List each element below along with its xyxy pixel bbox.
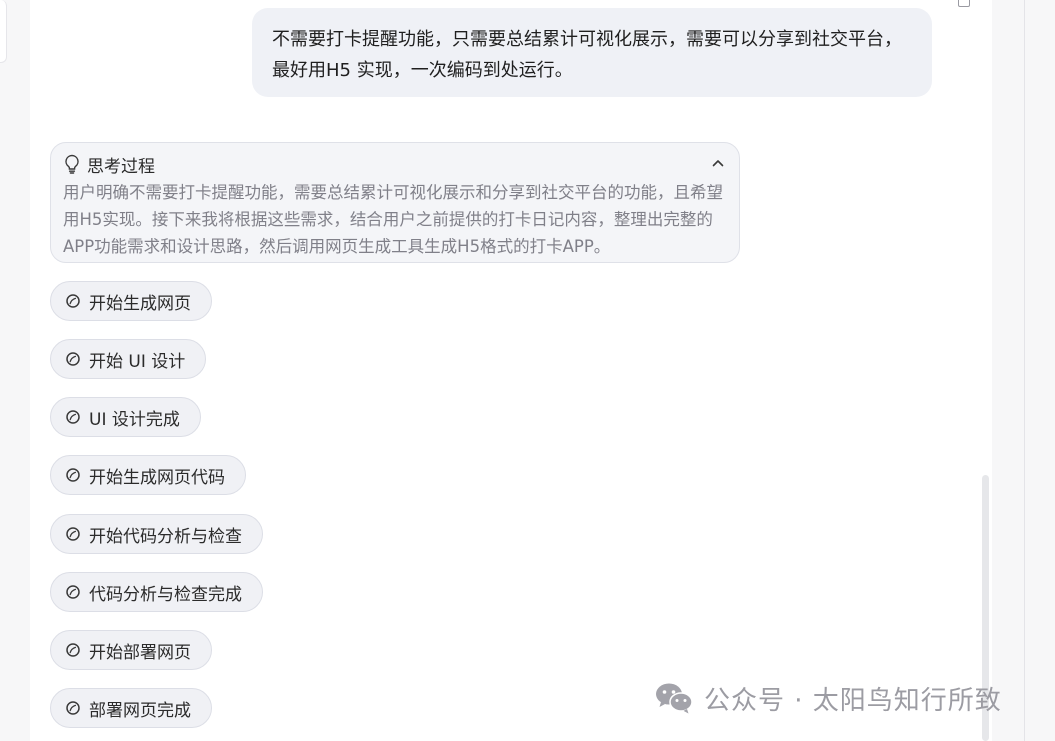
step-chip[interactable]: 部署网页完成 <box>50 688 212 728</box>
loop-icon <box>65 467 81 483</box>
step-label: 部署网页完成 <box>89 700 191 721</box>
loop-icon <box>65 526 81 542</box>
loop-icon <box>65 409 81 425</box>
watermark: 公众号 · 太阳鸟知行所致 <box>654 676 1002 720</box>
chevron-up-icon[interactable] <box>711 155 725 169</box>
step-label: 开始生成网页 <box>89 293 191 314</box>
loop-icon <box>65 351 81 367</box>
lightbulb-icon <box>63 154 81 174</box>
thinking-title: 思考过程 <box>87 156 155 177</box>
step-chip[interactable]: 开始 UI 设计 <box>50 339 207 379</box>
step-label: UI 设计完成 <box>89 409 180 430</box>
thinking-header[interactable]: 思考过程 <box>63 152 725 177</box>
step-chip[interactable]: 开始代码分析与检查 <box>50 514 263 554</box>
step-label: 开始 UI 设计 <box>89 351 186 372</box>
thinking-body: 用户明确不需要打卡提醒功能，需要总结累计可视化展示和分享到社交平台的功能，且希望… <box>63 183 723 256</box>
loop-icon <box>65 642 81 658</box>
step-label: 代码分析与检查完成 <box>89 584 242 605</box>
step-chip[interactable]: UI 设计完成 <box>50 397 201 437</box>
step-chip[interactable]: 开始部署网页 <box>50 630 212 670</box>
step-label: 开始部署网页 <box>89 642 191 663</box>
user-message-text: 不需要打卡提醒功能，只需要总结累计可视化展示，需要可以分享到社交平台，最好用H5… <box>272 29 902 81</box>
step-chip[interactable]: 开始生成网页代码 <box>50 455 246 495</box>
loop-icon <box>65 293 81 309</box>
watermark-text: 公众号 · 太阳鸟知行所致 <box>704 685 1002 716</box>
copy-icon[interactable] <box>958 0 970 7</box>
panel-divider <box>1024 0 1025 741</box>
step-chip[interactable]: 开始生成网页 <box>50 281 212 321</box>
sidebar-edge <box>0 0 7 63</box>
user-message-bubble: 不需要打卡提醒功能，只需要总结累计可视化展示，需要可以分享到社交平台，最好用H5… <box>252 8 932 97</box>
loop-icon <box>65 584 81 600</box>
step-label: 开始代码分析与检查 <box>89 526 242 547</box>
wechat-icon <box>654 681 694 715</box>
step-label: 开始生成网页代码 <box>89 467 225 488</box>
loop-icon <box>65 700 81 716</box>
step-chip[interactable]: 代码分析与检查完成 <box>50 572 263 612</box>
thinking-process-card: 思考过程 用户明确不需要打卡提醒功能，需要总结累计可视化展示和分享到社交平台的功… <box>50 142 740 263</box>
